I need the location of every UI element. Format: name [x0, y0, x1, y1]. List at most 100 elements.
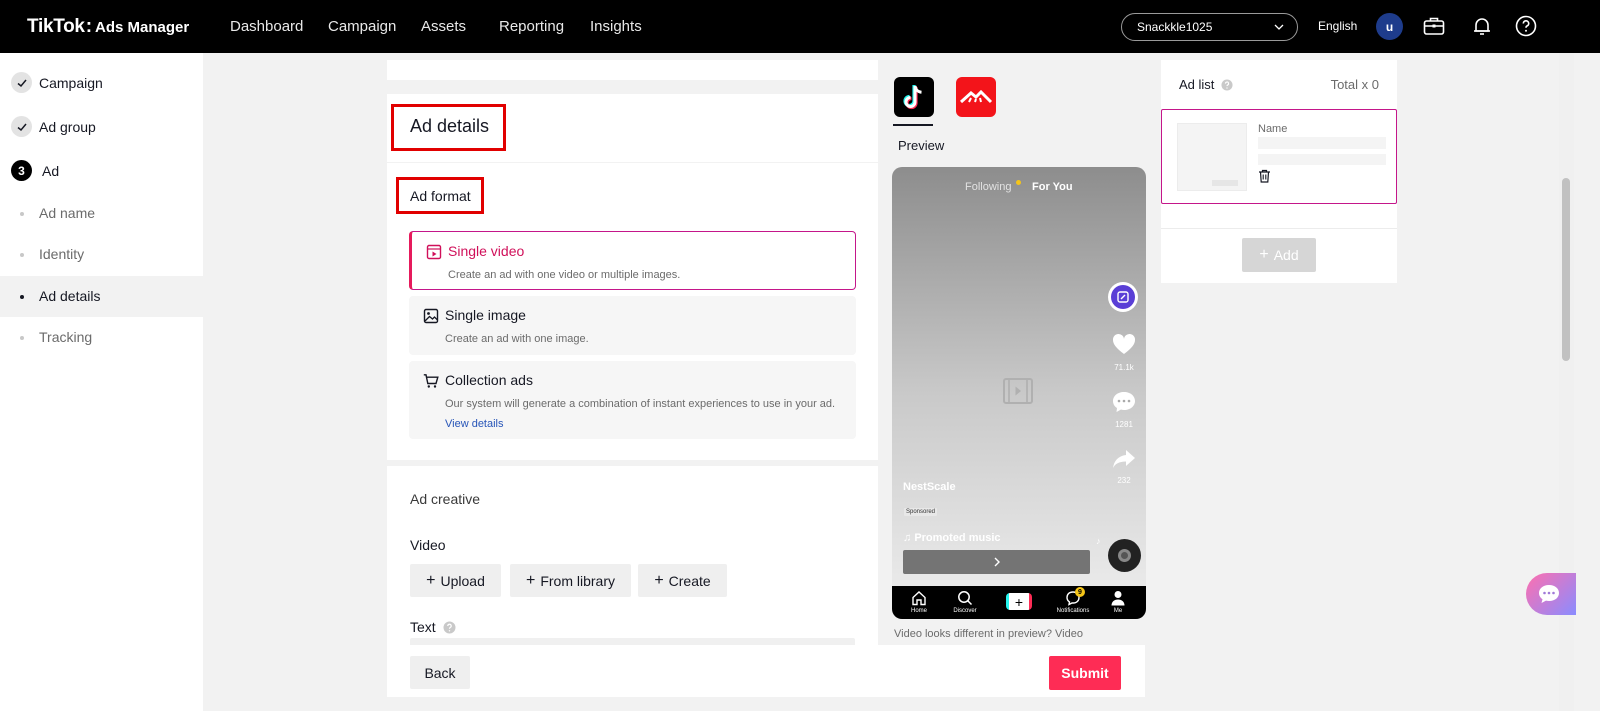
music-notes-icon: ♪	[1096, 536, 1101, 546]
cart-icon	[423, 374, 439, 388]
profile-icon	[1111, 591, 1125, 606]
format-description: Create an ad with one image.	[445, 333, 589, 345]
ad-list-total: Total x 0	[1330, 77, 1379, 92]
ad-name-placeholder	[1258, 137, 1386, 149]
scrollbar-thumb[interactable]	[1562, 178, 1570, 361]
bell-icon[interactable]	[1470, 14, 1494, 38]
pangle-logo-icon	[959, 89, 993, 104]
bottom-action-bar: Back Submit	[387, 645, 1145, 697]
step-campaign-label: Campaign	[39, 74, 103, 91]
nav-campaign[interactable]: Campaign	[328, 18, 396, 35]
cta-button	[903, 550, 1090, 574]
format-title: Single image	[445, 307, 526, 323]
sidebar-item-ad-details[interactable]: Ad details	[0, 276, 203, 317]
format-title: Single video	[448, 243, 525, 259]
bullet-dot	[20, 212, 24, 216]
check-icon	[11, 116, 32, 137]
ad-list-panel: Ad list Total x 0 Name + Add	[1161, 60, 1397, 283]
help-icon[interactable]	[443, 621, 456, 634]
nav-notifications-label: Notifications	[1056, 608, 1090, 614]
ad-list-item[interactable]: Name	[1161, 109, 1397, 204]
bullet-dot	[20, 253, 24, 257]
nav-dashboard[interactable]: Dashboard	[230, 18, 303, 35]
trash-icon[interactable]	[1258, 169, 1271, 183]
add-ad-button-label: Add	[1273, 247, 1299, 263]
home-icon	[912, 591, 926, 606]
briefcase-icon[interactable]	[1422, 14, 1446, 38]
plus-icon: +	[426, 571, 436, 589]
nav-reporting[interactable]: Reporting	[499, 18, 564, 35]
chat-icon	[1539, 585, 1559, 603]
from-library-button[interactable]: + From library	[510, 564, 631, 597]
logo-separator: :	[85, 16, 93, 37]
create-button-label: Create	[668, 572, 711, 589]
image-icon	[423, 308, 439, 324]
nav-insights[interactable]: Insights	[590, 18, 642, 35]
step-ad[interactable]: 3 Ad	[11, 160, 59, 181]
add-ad-button[interactable]: + Add	[1242, 238, 1316, 272]
view-details-link[interactable]: View details	[445, 418, 504, 430]
ad-creative-label: Ad creative	[410, 491, 481, 507]
format-option-single-image[interactable]: Single image Create an ad with one image…	[409, 296, 856, 355]
sidebar-item-identity[interactable]: Identity	[0, 234, 203, 275]
format-option-single-video[interactable]: Single video Create an ad with one video…	[409, 231, 856, 290]
pangle-placement-icon[interactable]	[956, 77, 996, 117]
check-icon	[11, 72, 32, 93]
back-button[interactable]: Back	[410, 656, 470, 689]
chevron-right-icon	[994, 557, 1000, 567]
sponsored-badge: Sponsored	[904, 508, 938, 516]
format-description: Create an ad with one video or multiple …	[448, 269, 681, 281]
highlight-box	[391, 104, 506, 151]
submit-button[interactable]: Submit	[1049, 656, 1121, 690]
step-sidebar: Campaign Ad group 3 Ad Ad name Identity …	[0, 53, 203, 711]
nav-home-label: Home	[910, 608, 927, 614]
previous-section-card	[387, 60, 878, 80]
sidebar-item-ad-name[interactable]: Ad name	[0, 193, 203, 234]
format-option-collection-ads[interactable]: Collection ads Our system will generate …	[409, 361, 856, 439]
video-icon	[426, 244, 442, 260]
tiktok-placement-icon[interactable]	[894, 77, 934, 117]
ad-detail-placeholder	[1258, 154, 1386, 165]
step-ad-group-label: Ad group	[39, 118, 96, 135]
chat-support-button[interactable]	[1526, 573, 1576, 615]
format-description-text: Our system will generate a combination o…	[445, 398, 836, 410]
account-selector[interactable]: Snackkle1025	[1121, 13, 1298, 41]
ad-creative-card: Ad creative Video Text	[387, 466, 878, 645]
ad-list-title: Ad list	[1179, 77, 1233, 92]
plus-icon: +	[654, 571, 664, 589]
language-selector[interactable]: English	[1318, 19, 1357, 33]
format-title: Collection ads	[445, 372, 533, 388]
video-placeholder-icon	[1003, 378, 1033, 404]
user-avatar[interactable]: u	[1376, 13, 1403, 40]
account-name: Snackkle1025	[1137, 20, 1213, 34]
upload-button[interactable]: + Upload	[410, 564, 501, 597]
comments-count: 1281	[1115, 420, 1133, 429]
tiktok-ads-manager-logo[interactable]: TikTok : Ads Manager	[27, 16, 189, 38]
plus-icon: +	[525, 571, 536, 589]
help-icon[interactable]	[1514, 14, 1538, 38]
phone-preview: Following For You 71.1k 1281 232 NestSca…	[892, 167, 1146, 619]
sidebar-item-tracking[interactable]: Tracking	[0, 317, 203, 358]
profile-avatar	[1108, 282, 1138, 312]
top-navigation-bar: TikTok : Ads Manager Dashboard Campaign …	[0, 0, 1600, 53]
comment-icon	[1113, 392, 1135, 412]
bullet-dot	[20, 295, 24, 299]
heart-icon	[1112, 333, 1136, 354]
step-ad-group[interactable]: Ad group	[11, 116, 96, 137]
feed-tab-following: Following	[965, 181, 1012, 193]
shares-count: 232	[1117, 476, 1131, 485]
logo-main-text: TikTok	[27, 16, 85, 37]
step-campaign[interactable]: Campaign	[11, 72, 103, 93]
nav-assets[interactable]: Assets	[421, 18, 466, 35]
bullet-dot	[20, 336, 24, 340]
upload-button-label: Upload	[440, 572, 485, 589]
likes-count: 71.1k	[1114, 363, 1134, 372]
help-icon[interactable]	[1221, 79, 1233, 91]
feed-tab-for-you: For You	[1032, 181, 1073, 193]
new-content-dot	[1016, 180, 1021, 185]
sidebar-item-label: Ad name	[39, 205, 96, 221]
text-input[interactable]	[410, 638, 855, 645]
ad-name-label: Name	[1258, 123, 1288, 135]
sidebar-item-label: Identity	[39, 246, 85, 262]
create-button[interactable]: + Create	[638, 564, 727, 597]
